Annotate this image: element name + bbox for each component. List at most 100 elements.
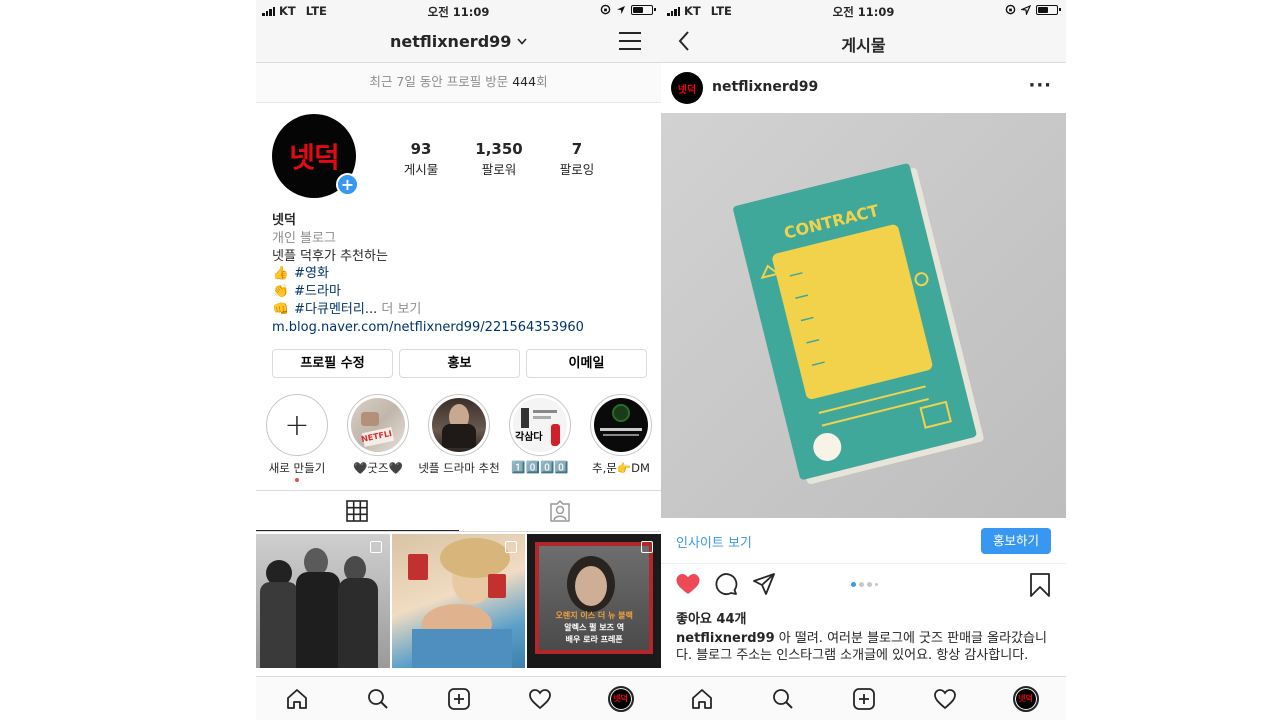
- profile-tab-avatar[interactable]: 넷덕: [601, 679, 641, 719]
- highlight-label: 1️⃣0️⃣0️⃣0️⃣: [511, 460, 569, 474]
- grid-post-text: 알렉스 펄 보즈 역: [564, 623, 625, 632]
- post-actions: [661, 570, 1066, 602]
- stat-posts-label: 게시물: [403, 162, 439, 177]
- status-bar: KT LTE 오전 11:09: [256, 0, 661, 22]
- profile-category: 개인 블로그: [272, 230, 336, 246]
- avatar-logo-text: 넷덕: [289, 141, 340, 174]
- grid-post[interactable]: [256, 534, 390, 668]
- hashtag-drama[interactable]: #드라마: [294, 284, 341, 299]
- mini-avatar-text: 넷덕: [613, 694, 628, 703]
- highlight-new[interactable]: + 새로 만들기: [266, 394, 328, 482]
- status-right: [1005, 4, 1061, 15]
- stat-following-count: 7: [571, 140, 583, 158]
- hashtag-documentary[interactable]: #다큐멘터리: [294, 302, 365, 317]
- post-author-username[interactable]: netflixnerd99: [712, 79, 818, 95]
- visits-banner[interactable]: 최근 7일 동안 프로필 방문 444회: [256, 63, 661, 103]
- post-image[interactable]: CONTRACT: [661, 113, 1066, 518]
- post-grid: 오렌지 이스 더 뉴 블랙 알렉스 펄 보즈 역 배우 로라 프레폰: [256, 534, 661, 668]
- home-icon[interactable]: [682, 679, 722, 719]
- profile-screen: KT LTE 오전 11:09 netflixnerd99 최근 7일 동안 프…: [256, 0, 661, 720]
- grid-post[interactable]: 오렌지 이스 더 뉴 블랙 알렉스 펄 보즈 역 배우 로라 프레폰: [527, 534, 661, 668]
- post-caption: netflixnerd99 아 떨려. 여러분 블로그에 굿즈 판매글 올라갔습…: [676, 630, 1054, 664]
- bio-link[interactable]: m.blog.naver.com/netflixnerd99/221564353…: [272, 319, 651, 337]
- rotation-lock-icon: [600, 4, 611, 15]
- bottom-tab-bar: 넷덕: [661, 676, 1066, 720]
- stat-following[interactable]: 7 팔로잉: [538, 140, 616, 178]
- hashtag-movie[interactable]: #영화: [294, 266, 329, 281]
- username-switcher[interactable]: netflixnerd99: [256, 32, 661, 51]
- profile-actions: 프로필 수정 홍보 이메일: [272, 349, 647, 378]
- new-post-icon[interactable]: [844, 679, 884, 719]
- highlight-cover: [594, 398, 648, 452]
- battery-icon: [1036, 4, 1061, 15]
- post-screen: KT LTE 오전 11:09 게시물 넷덕 netflixnerd99 ···: [661, 0, 1066, 720]
- grid-icon: [346, 499, 369, 522]
- like-heart-icon[interactable]: [675, 572, 701, 596]
- bottom-tab-bar: 넷덕: [256, 676, 661, 720]
- home-icon[interactable]: [277, 679, 317, 719]
- visits-text: 최근 7일 동안 프로필 방문: [369, 74, 513, 89]
- activity-heart-icon[interactable]: [925, 679, 965, 719]
- location-icon: [1021, 4, 1031, 15]
- bio-item: 👏 #드라마: [272, 283, 651, 301]
- mini-avatar-text: 넷덕: [1018, 694, 1033, 703]
- email-button[interactable]: 이메일: [526, 349, 647, 378]
- highlight-cover: 각삼다: [513, 398, 567, 452]
- profile-stats: 93 게시물 1,350 팔로워 7 팔로잉: [382, 140, 616, 178]
- tab-tagged[interactable]: [459, 491, 662, 531]
- like-count[interactable]: 좋아요 44개: [676, 608, 746, 627]
- visits-count: 444: [512, 74, 537, 89]
- stat-followers-label: 팔로워: [481, 162, 517, 177]
- plus-icon: +: [266, 394, 328, 456]
- menu-icon[interactable]: [619, 32, 641, 50]
- bio-intro: 넷플 덕후가 추천하는: [272, 248, 388, 264]
- promote-button[interactable]: 홍보: [399, 349, 520, 378]
- post-author-avatar[interactable]: 넷덕: [671, 72, 703, 104]
- more-options-icon[interactable]: ···: [1028, 75, 1052, 96]
- chevron-down-icon: [517, 38, 527, 45]
- new-indicator-dot: [295, 478, 299, 482]
- location-icon: [617, 5, 625, 14]
- status-right: [600, 4, 656, 15]
- highlight-goods[interactable]: NETFLI 🖤굿즈🖤: [347, 394, 409, 482]
- battery-icon: [631, 4, 656, 15]
- search-icon[interactable]: [358, 679, 398, 719]
- multi-post-icon: [505, 541, 518, 553]
- highlight-cover: [432, 398, 486, 452]
- add-story-icon[interactable]: +: [336, 173, 359, 196]
- grid-post-text: 오렌지 이스 더 뉴 블랙: [555, 611, 633, 620]
- activity-heart-icon[interactable]: [520, 679, 560, 719]
- bookmark-icon[interactable]: [1029, 572, 1051, 598]
- grid-post[interactable]: [391, 534, 526, 668]
- new-post-icon[interactable]: [439, 679, 479, 719]
- highlight-drama[interactable]: 넷플 드라마 추천: [418, 394, 500, 482]
- thumbs-up-icon: 👍: [272, 266, 290, 282]
- share-direct-icon[interactable]: [752, 572, 776, 596]
- edit-profile-button[interactable]: 프로필 수정: [272, 349, 393, 378]
- caption-username[interactable]: netflixnerd99: [676, 631, 775, 646]
- more-link[interactable]: 더 보기: [377, 302, 421, 317]
- stat-posts[interactable]: 93 게시물: [382, 140, 460, 178]
- highlight-cover-text: 각삼다: [515, 432, 543, 443]
- highlight-label: 넷플 드라마 추천: [418, 461, 500, 475]
- bio-item: 👍 #영화: [272, 265, 651, 283]
- view-insights-link[interactable]: 인사이트 보기: [676, 532, 752, 551]
- visits-suffix: 회: [536, 74, 548, 89]
- stat-followers[interactable]: 1,350 팔로워: [460, 140, 538, 178]
- search-icon[interactable]: [763, 679, 803, 719]
- grid-post-text: 배우 로라 프레폰: [565, 635, 623, 644]
- stat-posts-count: 93: [410, 140, 432, 158]
- tagged-person-icon: [550, 499, 570, 522]
- promote-post-button[interactable]: 홍보하기: [981, 528, 1051, 554]
- highlight-dm[interactable]: 추,문👉DM: [590, 394, 652, 482]
- profile-username: netflixnerd99: [390, 32, 512, 51]
- tab-grid[interactable]: [256, 491, 459, 531]
- profile-header: netflixnerd99: [256, 22, 661, 63]
- comment-icon[interactable]: [714, 572, 738, 596]
- profile-tab-avatar[interactable]: 넷덕: [1006, 679, 1046, 719]
- highlight-1000[interactable]: 각삼다 1️⃣0️⃣0️⃣0️⃣: [509, 394, 571, 482]
- multi-post-icon: [369, 541, 382, 553]
- status-bar: KT LTE 오전 11:09: [661, 0, 1066, 22]
- bio-item: 👊 #다큐멘터리... 더 보기: [272, 301, 651, 319]
- notepad-photo: CONTRACT: [661, 113, 1066, 518]
